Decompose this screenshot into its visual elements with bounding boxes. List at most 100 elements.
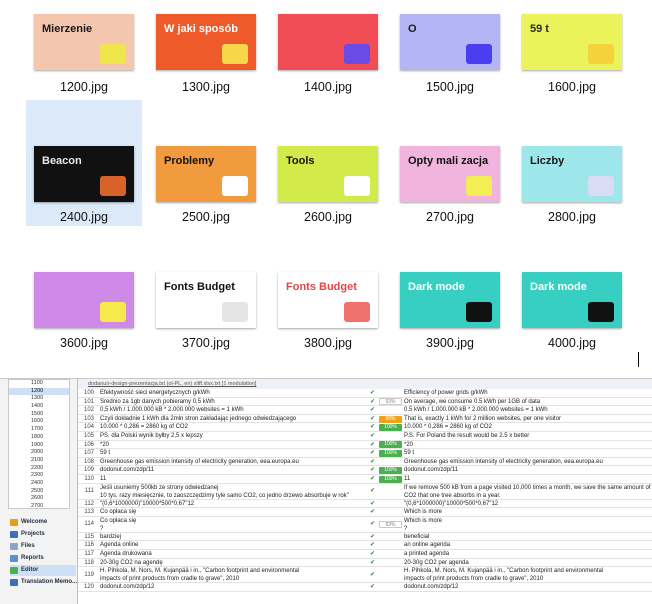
document-tab-label[interactable]: dodanuir-design-prezentacja.txt (ol-PL, … [88, 381, 256, 387]
file-list-item[interactable]: 1800 [9, 434, 69, 442]
file-thumbnail[interactable]: W jaki sposób [156, 14, 256, 70]
target-text[interactable]: If we remove 500 kB from a page visited … [404, 484, 652, 500]
segment-row[interactable]: 104 10.000 * 0,286 = 2860 kg of CO2 ✔ 100% 1… [78, 423, 652, 432]
file-name[interactable]: 3800.jpg [270, 336, 386, 350]
target-text[interactable]: dodonut.com/zdp/12 [404, 583, 652, 592]
segment-row[interactable]: 102 0,5 kWh / 1.000.000 kB * 2.000.000 we… [78, 406, 652, 415]
segment-row[interactable]: 106 *20 ✔ 100% *20 [78, 441, 652, 450]
file-item[interactable]: Liczby 2800.jpg [514, 100, 630, 226]
target-text[interactable]: *20 [404, 441, 652, 450]
file-name[interactable]: 4000.jpg [514, 336, 630, 350]
segment-row[interactable]: 101 Średnio za 1gb danych pobieramy 0,5 k… [78, 398, 652, 407]
file-name[interactable]: 2800.jpg [514, 210, 630, 224]
segment-row[interactable]: 109 dodonut.com/zdp/11 ✔ 100% dodonut.com/zd… [78, 466, 652, 475]
file-item[interactable]: Dark mode 4000.jpg [514, 242, 630, 368]
segment-row[interactable]: 118 20-30g CO2 na agendę ✔ 20-30g CO2 per a… [78, 559, 652, 568]
file-thumbnail[interactable]: Fonts Budget [156, 272, 256, 328]
target-text[interactable]: dodonut.com/zdp/11 [404, 466, 652, 475]
file-item[interactable]: 3600.jpg [26, 242, 142, 368]
segment-row[interactable]: 117 Agenda drukowana ✔ a printed agenda [78, 550, 652, 559]
target-text[interactable]: Efficiency of power grids g/kWh [404, 389, 652, 398]
target-text[interactable]: a printed agenda [404, 550, 652, 559]
target-line[interactable]: 10.000 * 0,286 = 2860 kg of CO2 [404, 423, 652, 432]
file-name[interactable]: 2600.jpg [270, 210, 386, 224]
target-text[interactable]: Greenhouse gas emission intensity of ele… [404, 458, 652, 467]
file-list-item[interactable]: 1300 [9, 395, 69, 403]
file-name[interactable]: 1200.jpg [26, 80, 142, 94]
target-text[interactable]: H. Pihkola, M. Nors, M. Kujanpää i in., … [404, 567, 652, 583]
target-line[interactable]: impacts of print products from cradle to… [404, 575, 652, 583]
file-name[interactable]: 1500.jpg [392, 80, 508, 94]
target-line[interactable]: Greenhouse gas emission intensity of ele… [404, 458, 652, 467]
file-list-item[interactable]: 1100 [9, 380, 69, 388]
target-text[interactable]: an online agenda [404, 541, 652, 550]
project-file-list[interactable]: 1100 1200 1300 1400 1500 1600 1700 1800 1900 2000… [8, 379, 70, 509]
target-line[interactable]: On average, we consume 0.5 kWh per 1GB o… [404, 398, 652, 407]
segment-row[interactable]: 114 Co opłaca się? ✔ 83% Which is more? [78, 517, 652, 533]
file-item[interactable]: Fonts Budget 3700.jpg [148, 242, 264, 368]
target-text[interactable]: 10.000 * 0,286 = 2860 kg of CO2 [404, 423, 652, 432]
nav-reports-button[interactable]: Reports [10, 553, 44, 564]
file-list-item[interactable]: 2300 [9, 472, 69, 480]
file-name[interactable]: 3900.jpg [392, 336, 508, 350]
target-line[interactable]: If we remove 500 kB from a page visited … [404, 484, 652, 492]
file-thumbnail[interactable]: O [400, 14, 500, 70]
file-list-item[interactable]: 2000 [9, 449, 69, 457]
file-thumbnail[interactable]: Liczby [522, 146, 622, 202]
segment-row[interactable]: 112 "(0,6*1000000)"10000*500*0,67"12 ✔ "(0,… [78, 500, 652, 509]
file-thumbnail[interactable]: Problemy [156, 146, 256, 202]
segment-row[interactable]: 100 Efektywność sieci energetycznych g/kW… [78, 389, 652, 398]
file-thumbnail[interactable]: Opty mali zacja [400, 146, 500, 202]
target-text[interactable]: beneficial [404, 533, 652, 542]
target-line[interactable]: *20 [404, 441, 652, 450]
target-line[interactable]: beneficial [404, 533, 652, 542]
file-thumbnail[interactable] [278, 14, 378, 70]
file-name[interactable]: 1400.jpg [270, 80, 386, 94]
file-thumbnail[interactable]: Dark mode [400, 272, 500, 328]
target-line[interactable]: That is, exactly 1 kWh for 2 million web… [404, 415, 652, 424]
file-thumbnail[interactable]: Beacon [34, 146, 134, 202]
nav-files-button[interactable]: Files [10, 541, 35, 552]
target-text[interactable]: "(0,6*1000000)"10000*500*0,67"12 [404, 500, 652, 509]
file-list-item[interactable]: 1600 [9, 418, 69, 426]
target-text[interactable]: 20-30g CO2 per agenda [404, 559, 652, 568]
file-name[interactable]: 1300.jpg [148, 80, 264, 94]
file-list-item[interactable]: 2100 [9, 457, 69, 465]
file-list-item[interactable]: 2600 [9, 495, 69, 503]
file-name[interactable]: 2400.jpg [26, 210, 142, 224]
file-thumbnail[interactable]: Fonts Budget [278, 272, 378, 328]
file-thumbnail[interactable]: Dark mode [522, 272, 622, 328]
file-thumbnail[interactable]: 59 t [522, 14, 622, 70]
target-line[interactable]: Efficiency of power grids g/kWh [404, 389, 652, 398]
file-list-item[interactable]: 1200 [9, 387, 69, 396]
file-name[interactable]: 1600.jpg [514, 80, 630, 94]
target-line[interactable]: dodonut.com/zdp/12 [404, 583, 652, 592]
segment-row[interactable]: 113 Co opłaca się ✔ Which is more [78, 508, 652, 517]
target-line[interactable]: CO2 that one tree absorbs in a year. [404, 492, 652, 500]
file-list-item[interactable]: 2500 [9, 488, 69, 496]
segment-row[interactable]: 116 Agenda online ✔ an online agenda [78, 541, 652, 550]
file-item[interactable]: Beacon 2400.jpg [26, 100, 142, 226]
file-list-item[interactable]: 2700 [9, 503, 69, 508]
target-line[interactable]: a printed agenda [404, 550, 652, 559]
file-item[interactable]: Dark mode 3900.jpg [392, 242, 508, 368]
file-list-item[interactable]: 1900 [9, 442, 69, 450]
segment-row[interactable]: 111 Jeśli usuniemy 500kb ze strony odwied… [78, 484, 652, 500]
target-text[interactable]: Which is more? [404, 517, 652, 533]
target-text[interactable]: 0.5 kWh / 1.000.000 kB * 2.000.000 websi… [404, 406, 652, 415]
target-line[interactable]: 0.5 kWh / 1.000.000 kB * 2.000.000 websi… [404, 406, 652, 415]
file-name[interactable]: 3600.jpg [26, 336, 142, 350]
target-line[interactable]: 20-30g CO2 per agenda [404, 559, 652, 568]
target-text[interactable]: P.S. For Poland the result would be 2.5 … [404, 432, 652, 441]
target-text[interactable]: 11 [404, 475, 652, 484]
target-text[interactable]: On average, we consume 0.5 kWh per 1GB o… [404, 398, 652, 407]
nav-translation-memo-button[interactable]: Translation Memo... [10, 577, 77, 588]
file-list-item[interactable]: 1400 [9, 403, 69, 411]
file-name[interactable]: 2700.jpg [392, 210, 508, 224]
file-item[interactable]: Fonts Budget 3800.jpg [270, 242, 386, 368]
file-item[interactable]: Opty mali zacja 2700.jpg [392, 100, 508, 226]
target-line[interactable]: "(0,6*1000000)"10000*500*0,67"12 [404, 500, 652, 509]
target-line[interactable]: P.S. For Poland the result would be 2.5 … [404, 432, 652, 441]
target-text[interactable]: 59 t [404, 449, 652, 458]
target-line[interactable]: 11 [404, 475, 652, 484]
